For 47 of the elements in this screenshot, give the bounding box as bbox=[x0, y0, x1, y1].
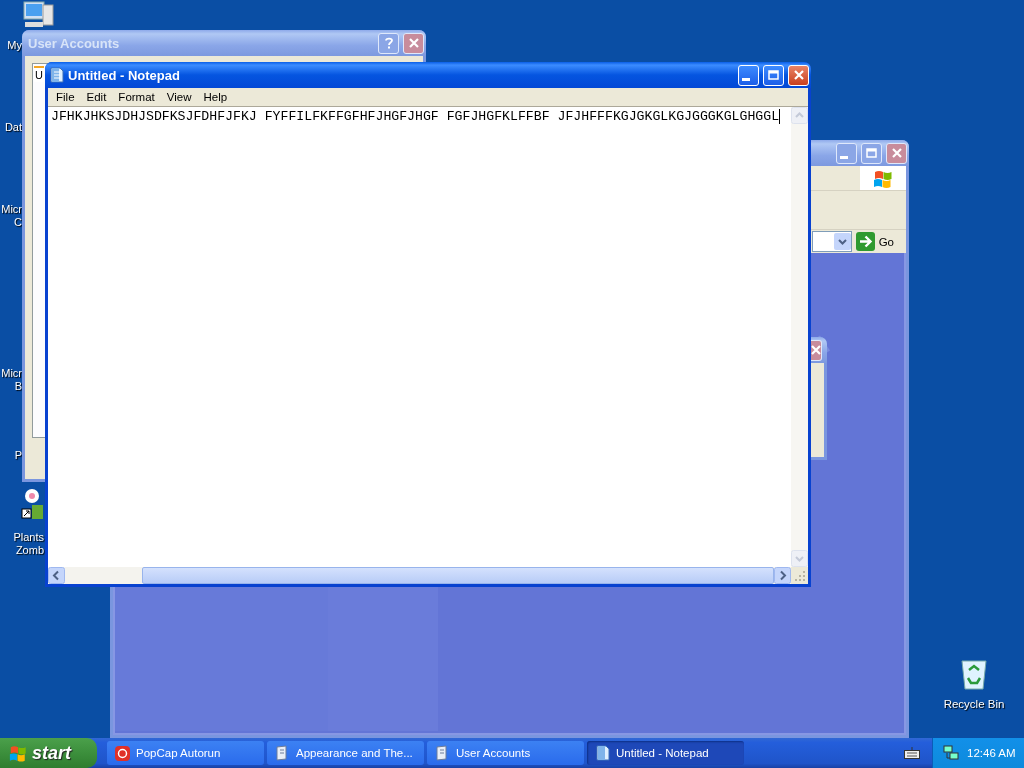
resize-grip-icon[interactable] bbox=[791, 567, 808, 584]
keyboard-icon[interactable] bbox=[904, 747, 920, 759]
help-button[interactable] bbox=[378, 32, 399, 54]
minimize-button[interactable] bbox=[836, 142, 857, 164]
arrow-icon bbox=[855, 232, 875, 251]
computer-icon[interactable] bbox=[23, 0, 55, 30]
taskbar-button[interactable]: Untitled - Notepad bbox=[587, 741, 744, 765]
menu-item[interactable]: File bbox=[50, 91, 81, 103]
notepad-icon bbox=[595, 745, 610, 761]
maximize-icon bbox=[768, 70, 779, 80]
desktop-icon-label[interactable]: Plants Zomb bbox=[13, 531, 44, 557]
menu-item[interactable]: Edit bbox=[80, 91, 113, 103]
flag-icon bbox=[9, 744, 27, 762]
notepad-icon bbox=[49, 67, 64, 83]
menu-item[interactable]: Format bbox=[112, 91, 161, 103]
network-icon[interactable] bbox=[943, 745, 959, 761]
flower-icon[interactable] bbox=[21, 487, 43, 521]
menu-item[interactable]: View bbox=[160, 91, 198, 103]
address-field[interactable] bbox=[812, 231, 852, 252]
tab[interactable]: U bbox=[34, 66, 44, 82]
go-button[interactable]: Go bbox=[855, 232, 906, 251]
desktop-icon-label[interactable]: My bbox=[7, 39, 22, 52]
window-icon bbox=[435, 745, 450, 761]
maximize-button[interactable] bbox=[861, 142, 882, 164]
menu-item[interactable]: Help bbox=[197, 91, 234, 103]
window-title: User Accounts bbox=[27, 35, 120, 51]
close-icon bbox=[811, 345, 821, 355]
desktop-icon-label[interactable]: Micr C bbox=[1, 203, 22, 229]
minimize-icon bbox=[839, 155, 848, 159]
taskbar-button[interactable]: User Accounts bbox=[427, 741, 584, 765]
desktop-icon-label[interactable]: P bbox=[14, 449, 22, 462]
close-icon bbox=[408, 38, 419, 48]
start-button[interactable]: start bbox=[0, 738, 97, 768]
flag-icon bbox=[873, 168, 893, 188]
desktop-icon-label[interactable]: Dat bbox=[4, 121, 22, 134]
minimize-icon bbox=[741, 77, 750, 81]
window-icon bbox=[275, 745, 290, 761]
close-icon bbox=[891, 148, 902, 158]
maximize-icon bbox=[866, 148, 877, 158]
app-icon bbox=[115, 745, 130, 761]
window-title: Untitled - Notepad bbox=[68, 67, 180, 83]
desktop-icon-label[interactable]: Recycle Bin bbox=[943, 698, 1005, 710]
help-icon bbox=[384, 37, 393, 49]
desktop-icon-label[interactable]: Micr B bbox=[1, 367, 22, 393]
close-icon bbox=[793, 70, 804, 80]
taskbar-button[interactable]: Appearance and The... bbox=[267, 741, 424, 765]
taskbar-button[interactable]: PopCap Autorun bbox=[107, 741, 264, 765]
